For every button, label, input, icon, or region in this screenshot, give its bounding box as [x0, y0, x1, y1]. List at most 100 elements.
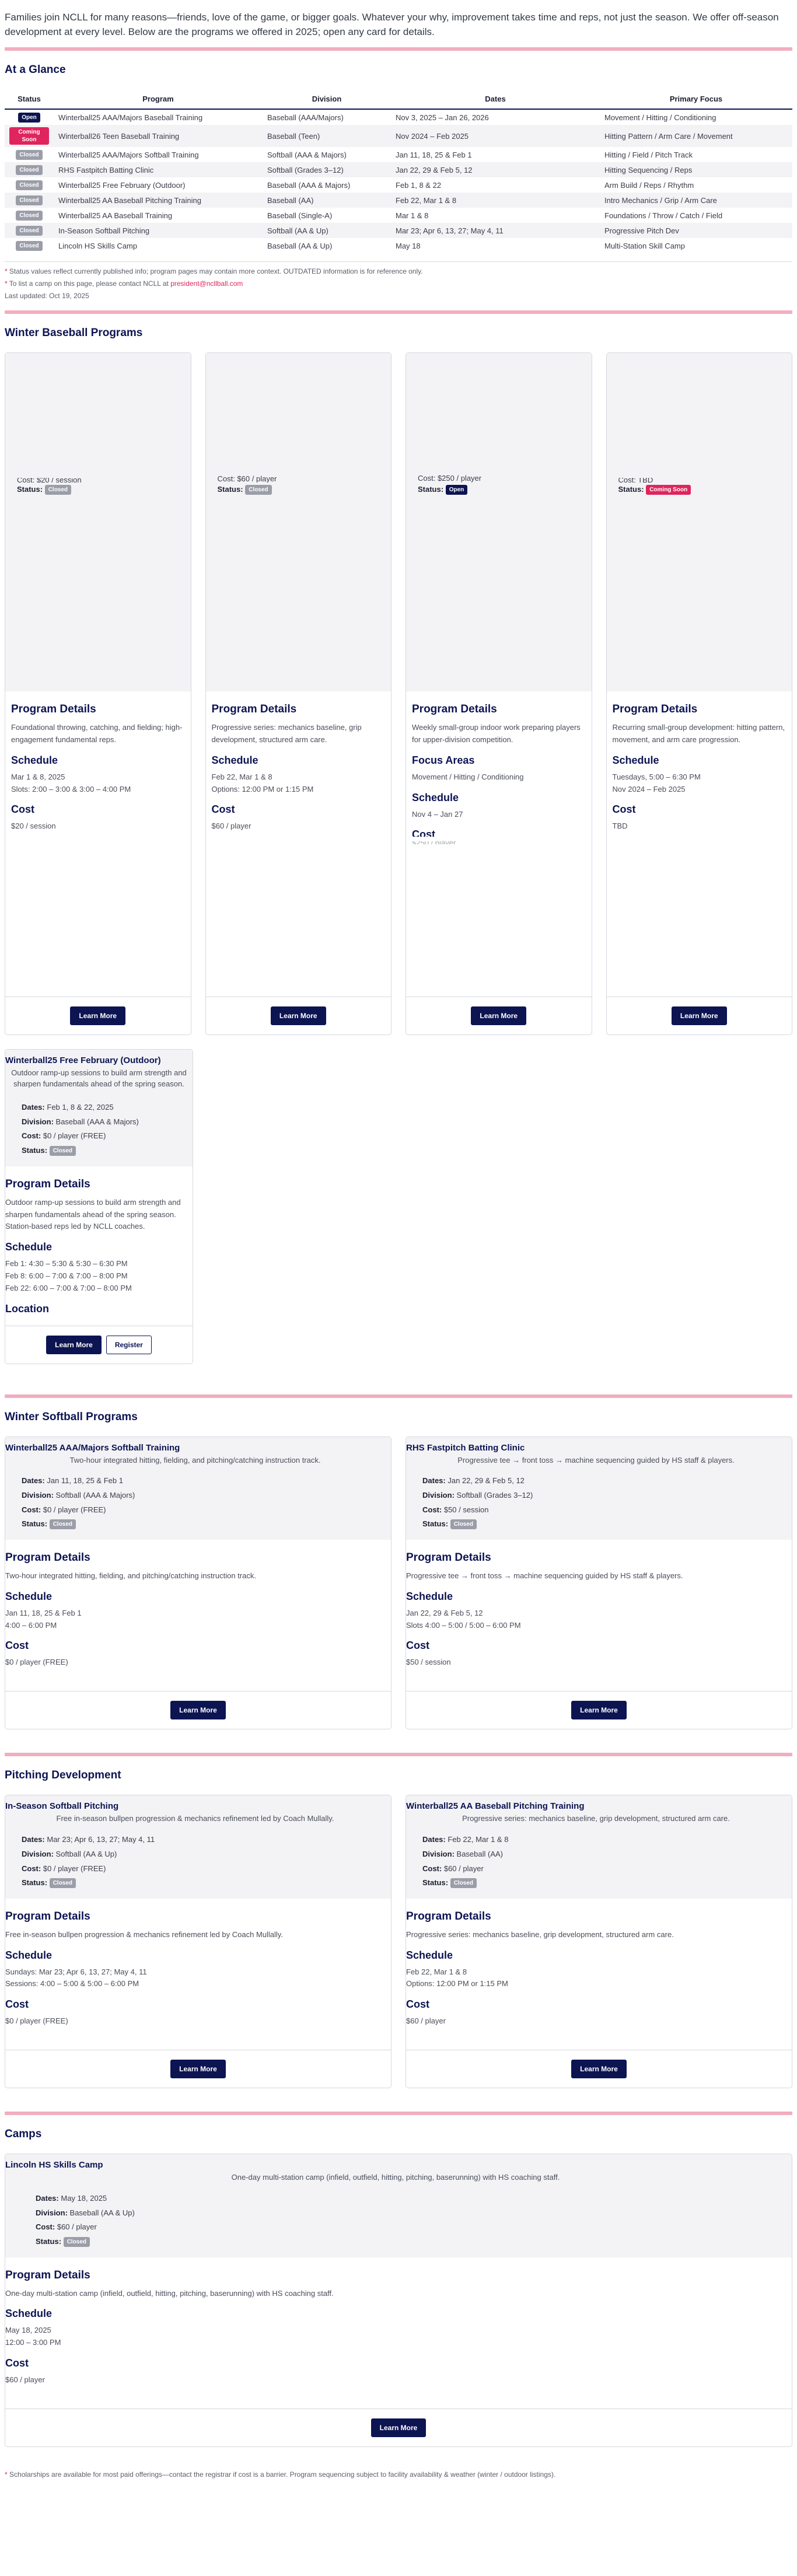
schedule-line: Feb 22: 6:00 – 7:00 & 7:00 – 8:00 PM — [5, 1283, 132, 1292]
learn-more-button[interactable]: Learn More — [370, 2418, 427, 2437]
winter-baseball-title: Winter Baseball Programs — [5, 327, 143, 340]
winter-softball-title: Winter Softball Programs — [5, 1410, 138, 1423]
focus-cell: Hitting Sequencing / Reps — [600, 162, 792, 178]
cost-line: Cost: $0 / player (FREE) — [22, 1503, 385, 1518]
cost-heading: Cost — [211, 803, 235, 816]
contact-email-link[interactable]: president@ncllball.com — [170, 279, 243, 288]
learn-more-button[interactable]: Learn More — [170, 2060, 226, 2079]
schedule-line: Nov 4 – Jan 27 — [412, 809, 463, 819]
focus-areas-heading: Focus Areas — [412, 754, 475, 766]
learn-more-button[interactable]: Learn More — [571, 1701, 627, 1720]
schedule-heading: Schedule — [5, 1590, 53, 1602]
section-divider — [5, 47, 792, 51]
card-footer: Learn More — [406, 1691, 792, 1729]
program-details-text: Progressive tee → front toss → machine s… — [406, 1571, 683, 1581]
division-label: Division: — [22, 1117, 54, 1126]
card-body: Program Details Two-hour integrated hitt… — [5, 1540, 391, 1675]
program-details-heading: Program Details — [11, 703, 96, 716]
card-meta: Dates: Feb 22, Mar 1 & 8 Division: Baseb… — [406, 1833, 786, 1890]
camps-section: Camps Lincoln HS Skills Camp One-day mul… — [5, 2128, 792, 2447]
table-row[interactable]: Coming Soon Winterball26 Teen Baseball T… — [5, 125, 792, 148]
division-label: Division: — [22, 1491, 54, 1500]
learn-more-button[interactable]: Learn More — [671, 1006, 727, 1026]
learn-more-button[interactable]: Learn More — [70, 1006, 126, 1026]
program-cell: Winterball25 Free February (Outdoor) — [58, 180, 186, 190]
status-line: Status: Coming Soon — [618, 483, 786, 497]
cost-value: $60 / player — [57, 2222, 97, 2232]
program-details-text: Two-hour integrated hitting, fielding, a… — [5, 1571, 256, 1581]
card-meta: Cost: TBD Status: Coming Soon — [613, 478, 786, 497]
status-line: Status: Closed — [422, 1876, 786, 1890]
cost-text: $60 / player — [5, 2375, 45, 2385]
status-badge: Closed — [245, 484, 272, 495]
card-meta: Cost: $20 / session Status: Closed — [11, 478, 185, 497]
program-details-text: Outdoor ramp-up sessions to build arm st… — [5, 1197, 181, 1231]
schedule-line: Feb 22, Mar 1 & 8 — [406, 1967, 467, 1976]
card-body: Program Details Weekly small-group indoo… — [406, 691, 592, 997]
card-body: Program Details Recurring small-group de… — [607, 691, 792, 997]
cost-line: Cost: $50 / session — [422, 1503, 786, 1518]
cost-heading: Cost — [406, 1640, 429, 1652]
division-value: Baseball (AAA & Majors) — [55, 1117, 139, 1126]
cut-line: Cost: $250 / player — [418, 474, 482, 483]
register-button[interactable]: Register — [106, 1335, 152, 1354]
program-details-heading: Program Details — [612, 703, 698, 716]
cost-line: Cost: $60 / player — [422, 1862, 786, 1876]
program-details-text: Progressive series: mechanics baseline, … — [406, 1930, 674, 1939]
learn-more-button[interactable]: Learn More — [270, 1006, 326, 1026]
card-footer: Learn More — [406, 2050, 792, 2088]
status-line: Status: Closed — [422, 1517, 786, 1532]
status-note-text: Status values reflect currently publishe… — [9, 267, 423, 276]
cost-heading: Cost — [406, 1998, 429, 2011]
status-badge: Coming Soon — [646, 484, 691, 495]
winter-baseball-section: Winter Baseball Programs Cost: $20 / ses… — [5, 327, 792, 1364]
dates-cell: Nov 2024 – Feb 2025 — [391, 125, 600, 148]
status-line: Status: Closed — [22, 1876, 385, 1890]
col-dates: Dates — [391, 89, 600, 110]
learn-more-button[interactable]: Learn More — [471, 1006, 527, 1026]
cost-label: Cost: — [22, 1131, 41, 1141]
table-row[interactable]: Closed Lincoln HS Skills Camp Baseball (… — [5, 238, 792, 253]
dates-cell: Jan 11, 18, 25 & Feb 1 — [396, 150, 472, 159]
card-meta: Dates: Feb 1, 8 & 22, 2025 Division: Bas… — [5, 1100, 193, 1158]
schedule-line: Tuesdays, 5:00 – 6:30 PM — [612, 772, 701, 781]
cost-value: $50 / session — [443, 1505, 489, 1514]
table-row[interactable]: Closed Winterball25 AAA/Majors Softball … — [5, 147, 792, 162]
dates-value: May 18, 2025 — [61, 2193, 107, 2203]
program-card: Winterball25 AA Baseball Pitching Traini… — [406, 1795, 792, 2089]
division-line: Division: Baseball (AA) — [422, 1847, 786, 1862]
program-cell: Winterball25 AA Baseball Training — [58, 211, 173, 220]
contact-note: * To list a camp on this page, please co… — [5, 278, 792, 290]
dates-value: Feb 22, Mar 1 & 8 — [448, 1835, 509, 1844]
program-card: RHS Fastpitch Batting Clinic Progressive… — [406, 1436, 792, 1730]
focus-cell: Arm Build / Reps / Rhythm — [604, 180, 694, 190]
table-row[interactable]: Closed Winterball25 Free February (Outdo… — [5, 177, 792, 193]
table-row[interactable]: Closed Winterball25 AA Baseball Pitching… — [5, 193, 792, 208]
schedule-heading: Schedule — [5, 1241, 53, 1253]
division-label: Division: — [22, 1849, 54, 1858]
cost-label: Cost: — [422, 1505, 442, 1514]
program-details-heading: Program Details — [211, 703, 297, 716]
status-label: Status: — [22, 1519, 48, 1529]
schedule-line: Jan 11, 18, 25 & Feb 1 — [5, 1608, 82, 1617]
division-cell: Baseball (Teen) — [263, 125, 391, 148]
dates-value: Mar 23; Apr 6, 13, 27; May 4, 11 — [47, 1835, 155, 1844]
table-row[interactable]: Closed In-Season Softball Pitching Softb… — [5, 223, 792, 239]
program-details-heading: Program Details — [5, 2269, 90, 2281]
learn-more-button[interactable]: Learn More — [571, 2060, 627, 2079]
card-footer: Learn More — [5, 1691, 391, 1729]
table-row[interactable]: Closed Winterball25 AA Baseball Training… — [5, 208, 792, 223]
table-row[interactable]: Open Winterball25 AAA/Majors Baseball Tr… — [5, 109, 792, 125]
learn-more-button[interactable]: Learn More — [170, 1701, 226, 1720]
table-row[interactable]: Closed RHS Fastpitch Batting Clinic Soft… — [5, 162, 792, 178]
status-badge: Open — [445, 484, 468, 495]
focus-cell: Multi-Station Skill Camp — [604, 241, 685, 250]
division-cell: Softball (AA & Up) — [263, 223, 391, 239]
status-label: Status: — [422, 1878, 449, 1888]
card-body: Program Details Progressive series: mech… — [206, 691, 391, 997]
focus-areas-text: Movement / Hitting / Conditioning — [412, 772, 524, 781]
section-divider — [5, 1394, 792, 1398]
program-details-text: One-day multi-station camp (infield, out… — [5, 2288, 334, 2298]
col-division: Division — [263, 89, 391, 110]
learn-more-button[interactable]: Learn More — [46, 1335, 102, 1354]
